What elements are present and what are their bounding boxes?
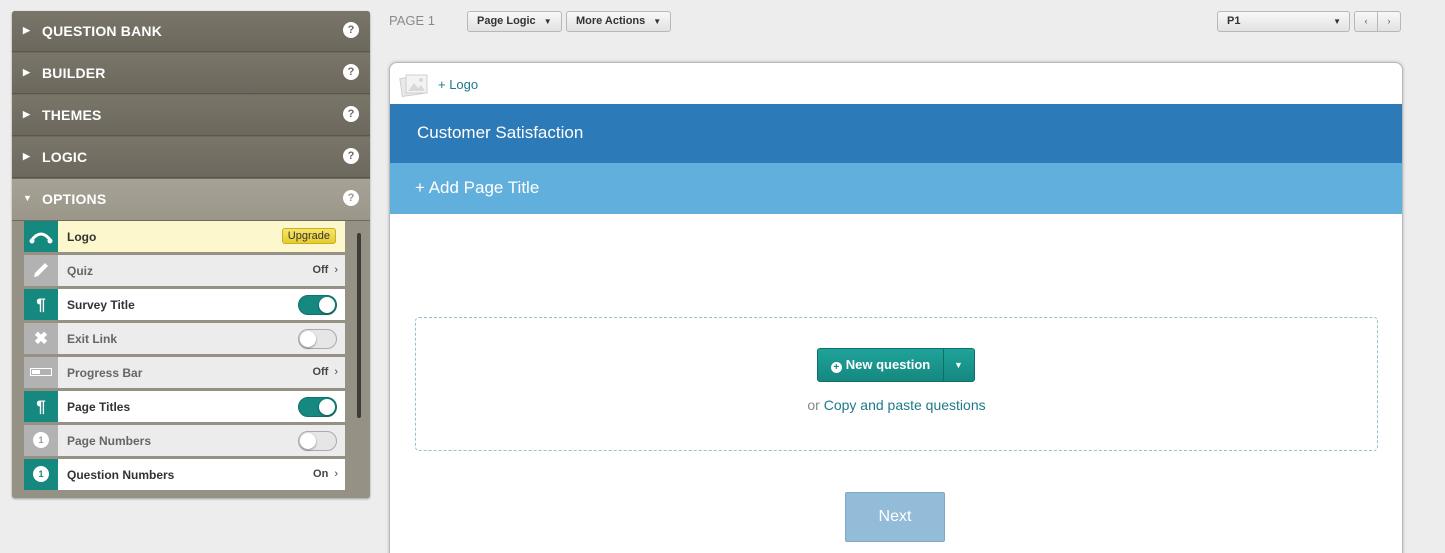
option-question-numbers[interactable]: 1 Question Numbers On ›: [24, 459, 345, 490]
chevron-right-icon: ›: [1387, 16, 1391, 26]
section-label: BUILDER: [42, 65, 106, 81]
progress-bar-icon: [24, 357, 58, 388]
copy-paste-link[interactable]: Copy and paste questions: [824, 397, 986, 413]
option-quiz[interactable]: Quiz Off ›: [24, 255, 345, 286]
option-label: Page Titles: [67, 400, 131, 414]
chevron-left-icon: ‹: [1364, 16, 1368, 26]
toggle-knob: [319, 297, 335, 313]
question-drop-zone[interactable]: + New question ▼ or Copy and paste questi…: [415, 317, 1378, 451]
help-icon[interactable]: ?: [343, 106, 359, 122]
new-question-button-group: + New question ▼: [817, 348, 975, 382]
upgrade-button[interactable]: Upgrade: [281, 228, 336, 244]
option-label: Question Numbers: [67, 468, 175, 482]
survey-title[interactable]: Customer Satisfaction: [417, 123, 583, 143]
add-logo-link[interactable]: + Logo: [438, 77, 478, 92]
toggle-knob: [300, 433, 316, 449]
collapse-arrow-icon: ▼: [23, 193, 32, 203]
option-value-text: Off: [312, 264, 329, 276]
number-icon: 1: [24, 425, 58, 456]
copy-paste-line: or Copy and paste questions: [416, 397, 1377, 413]
section-label: OPTIONS: [42, 191, 107, 207]
next-button[interactable]: Next: [845, 492, 945, 542]
option-value[interactable]: Off ›: [312, 366, 338, 378]
help-icon[interactable]: ?: [343, 22, 359, 38]
option-value[interactable]: Off ›: [312, 264, 338, 276]
new-question-dropdown[interactable]: ▼: [943, 349, 974, 381]
options-panel: Logo Upgrade Quiz Off › ¶ Survey Title ✖ …: [12, 221, 370, 498]
option-exit-link[interactable]: ✖ Exit Link: [24, 323, 345, 354]
options-scrollbar[interactable]: [357, 233, 361, 418]
option-label: Logo: [67, 230, 97, 244]
page-titles-toggle[interactable]: [298, 397, 337, 417]
section-themes[interactable]: ▶ THEMES ?: [12, 95, 370, 136]
option-label: Page Numbers: [67, 434, 152, 448]
option-logo[interactable]: Logo Upgrade: [24, 221, 345, 252]
new-question-label: New question: [845, 357, 931, 372]
section-question-bank[interactable]: ▶ QUESTION BANK ?: [12, 11, 370, 52]
logo-icon: [24, 221, 58, 252]
option-progress-bar[interactable]: Progress Bar Off ›: [24, 357, 345, 388]
toggle-knob: [319, 399, 335, 415]
chevron-right-icon: ›: [334, 264, 338, 276]
option-value-text: On: [313, 468, 329, 480]
expand-arrow-icon: ▶: [23, 25, 30, 35]
page-title-band[interactable]: + Add Page Title: [390, 163, 1402, 214]
page-label: PAGE 1: [389, 13, 436, 28]
page-select-value: P1: [1227, 15, 1241, 27]
section-label: LOGIC: [42, 149, 88, 165]
page-select[interactable]: P1 ▼: [1217, 11, 1350, 32]
pencil-icon: [24, 255, 58, 286]
paragraph-icon: ¶: [24, 289, 58, 320]
section-logic[interactable]: ▶ LOGIC ?: [12, 137, 370, 178]
caret-down-icon: ▼: [653, 16, 662, 26]
option-page-numbers[interactable]: 1 Page Numbers: [24, 425, 345, 456]
expand-arrow-icon: ▶: [23, 151, 30, 161]
survey-title-toggle[interactable]: [298, 295, 337, 315]
exit-link-toggle[interactable]: [298, 329, 337, 349]
new-question-button[interactable]: + New question: [818, 349, 944, 381]
button-label: More Actions: [576, 15, 646, 27]
section-label: THEMES: [42, 107, 102, 123]
option-value-text: Off: [312, 366, 329, 378]
help-icon[interactable]: ?: [343, 64, 359, 80]
caret-down-icon: ▼: [954, 360, 963, 370]
button-label: Page Logic: [477, 15, 536, 27]
paragraph-icon: ¶: [24, 391, 58, 422]
page-numbers-toggle[interactable]: [298, 431, 337, 451]
section-builder[interactable]: ▶ BUILDER ?: [12, 53, 370, 94]
help-icon[interactable]: ?: [343, 148, 359, 164]
logo-row: + Logo: [390, 63, 1402, 104]
chevron-right-icon: ›: [334, 366, 338, 378]
survey-title-band[interactable]: Customer Satisfaction: [390, 104, 1402, 163]
close-icon: ✖: [24, 323, 58, 354]
or-text: or: [807, 397, 820, 413]
sidebar: ▶ QUESTION BANK ? ▶ BUILDER ? ▶ THEMES ?…: [12, 11, 370, 498]
survey-canvas: + Logo Customer Satisfaction + Add Page …: [389, 62, 1403, 553]
option-survey-title[interactable]: ¶ Survey Title: [24, 289, 345, 320]
page-logic-button[interactable]: Page Logic ▼: [467, 11, 562, 32]
number-icon: 1: [24, 459, 58, 490]
caret-down-icon: ▼: [543, 16, 552, 26]
option-label: Progress Bar: [67, 366, 143, 380]
prev-page-button[interactable]: ‹: [1354, 11, 1378, 32]
section-label: QUESTION BANK: [42, 23, 163, 39]
next-page-button[interactable]: ›: [1377, 11, 1401, 32]
chevron-right-icon: ›: [334, 468, 338, 480]
toggle-knob: [300, 331, 316, 347]
option-label: Quiz: [67, 264, 93, 278]
plus-circle-icon: +: [830, 362, 842, 373]
help-icon[interactable]: ?: [343, 190, 359, 206]
caret-down-icon: ▼: [1333, 17, 1341, 26]
option-label: Survey Title: [67, 298, 135, 312]
option-value[interactable]: On ›: [313, 468, 338, 480]
expand-arrow-icon: ▶: [23, 109, 30, 119]
image-placeholder-icon[interactable]: [399, 71, 429, 98]
add-page-title-link[interactable]: + Add Page Title: [415, 178, 539, 198]
option-page-titles[interactable]: ¶ Page Titles: [24, 391, 345, 422]
option-label: Exit Link: [67, 332, 118, 346]
more-actions-button[interactable]: More Actions ▼: [566, 11, 672, 32]
expand-arrow-icon: ▶: [23, 67, 30, 77]
section-options[interactable]: ▼ OPTIONS ?: [12, 179, 370, 220]
